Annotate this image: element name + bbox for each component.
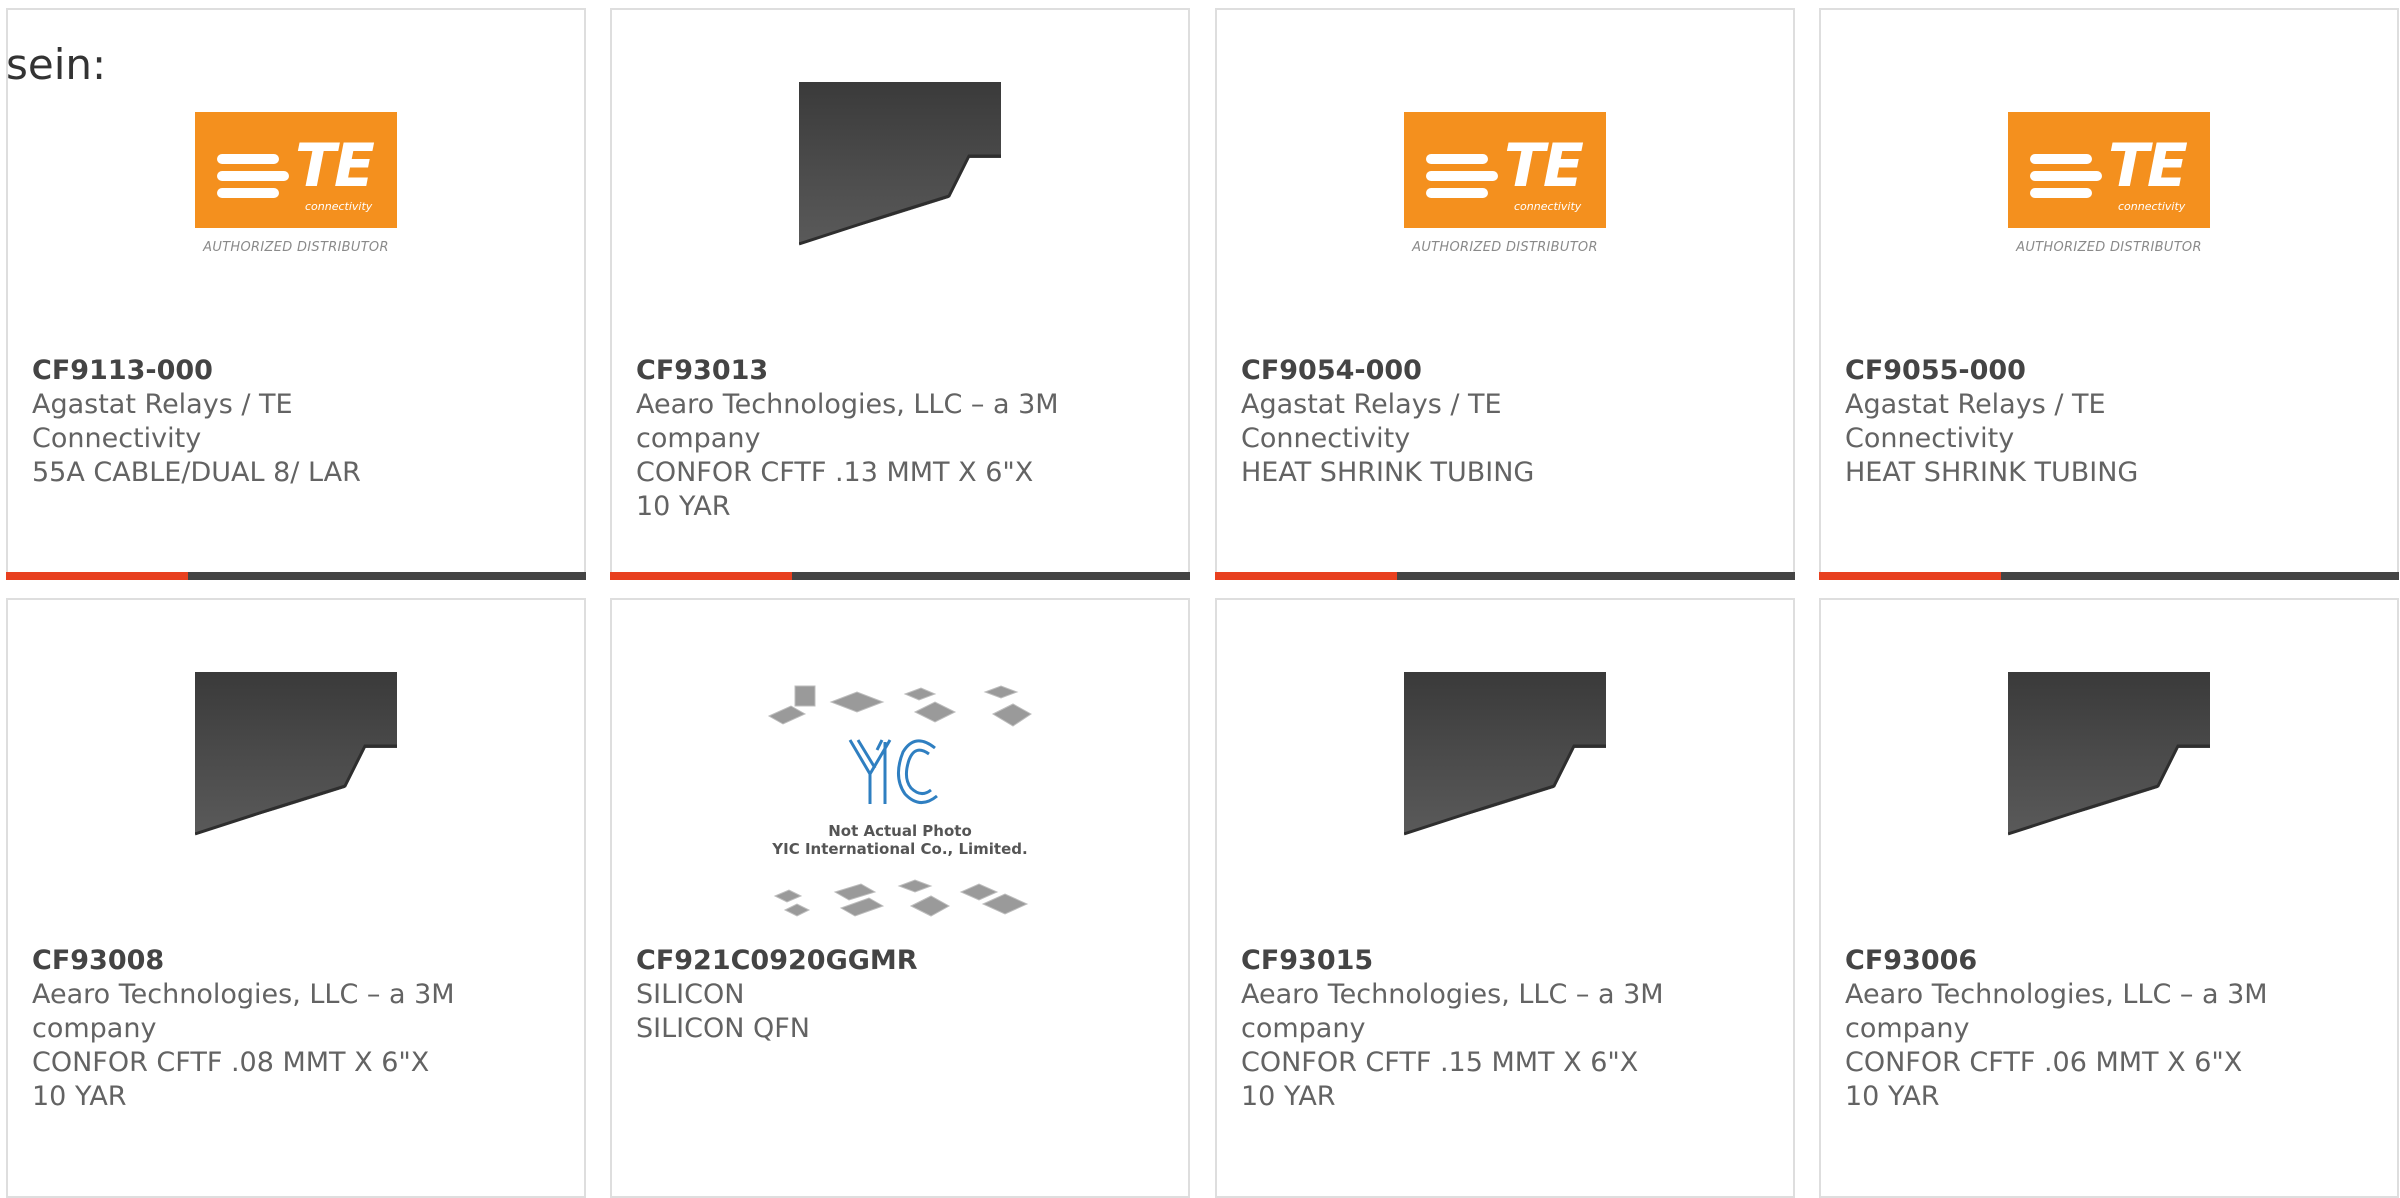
- te-logo-image: TE connectivity AUTHORIZED DISTRIBUTOR: [2008, 82, 2210, 284]
- card-accent-bar: [1215, 572, 1795, 580]
- manufacturer: Aearo Technologies, LLC – a 3M company: [32, 979, 455, 1044]
- product-card[interactable]: CF93013 Aearo Technologies, LLC – a 3M c…: [610, 8, 1190, 580]
- description: 55A CABLE/DUAL 8/ LAR: [32, 457, 361, 488]
- part-number[interactable]: CF9113-000: [32, 354, 462, 388]
- description: CONFOR CFTF .06 MMT X 6"X 10 YAR: [1845, 1047, 2243, 1112]
- product-card[interactable]: CF93006 Aearo Technologies, LLC – a 3M c…: [1819, 598, 2399, 1198]
- authorized-distributor-label: AUTHORIZED DISTRIBUTOR: [1412, 240, 1598, 255]
- foam-sheet-image: [1403, 672, 1606, 874]
- te-logo-image: TE connectivity AUTHORIZED DISTRIBUTOR: [1404, 82, 1606, 284]
- foam-sheet-image: [2007, 672, 2210, 874]
- foam-sheet-image: [194, 672, 397, 874]
- description: CONFOR CFTF .15 MMT X 6"X 10 YAR: [1241, 1047, 1639, 1112]
- lead-text: sein:: [6, 40, 107, 89]
- product-card[interactable]: TE connectivity AUTHORIZED DISTRIBUTOR C…: [6, 8, 586, 580]
- product-card[interactable]: CF93015 Aearo Technologies, LLC – a 3M c…: [1215, 598, 1795, 1198]
- card-accent-bar: [610, 572, 1190, 580]
- manufacturer: Agastat Relays / TE Connectivity: [1241, 389, 1502, 454]
- card-accent-bar: [1819, 572, 2399, 580]
- yic-caption-line1: Not Actual Photo: [828, 822, 972, 840]
- part-number[interactable]: CF9055-000: [1845, 354, 2275, 388]
- yic-caption-line2: YIC International Co., Limited.: [772, 840, 1028, 858]
- foam-sheet-image: [798, 82, 1001, 284]
- product-card[interactable]: TE connectivity AUTHORIZED DISTRIBUTOR C…: [1819, 8, 2399, 580]
- part-number[interactable]: CF93006: [1845, 944, 2275, 978]
- te-logo-letters: TE: [295, 131, 375, 201]
- product-card[interactable]: CF93008 Aearo Technologies, LLC – a 3M c…: [6, 598, 586, 1198]
- description: HEAT SHRINK TUBING: [1241, 457, 1535, 488]
- part-number[interactable]: CF9054-000: [1241, 354, 1671, 388]
- part-number[interactable]: CF93013: [636, 354, 1066, 388]
- part-number[interactable]: CF93008: [32, 944, 462, 978]
- manufacturer: Aearo Technologies, LLC – a 3M company: [1845, 979, 2268, 1044]
- description: CONFOR CFTF .13 MMT X 6"X 10 YAR: [636, 457, 1034, 522]
- te-logo-sub: connectivity: [2118, 200, 2186, 213]
- te-logo-image: TE connectivity AUTHORIZED DISTRIBUTOR: [195, 82, 397, 284]
- manufacturer: Aearo Technologies, LLC – a 3M company: [636, 389, 1059, 454]
- te-logo-sub: connectivity: [1514, 200, 1582, 213]
- yic-placeholder-image: Not Actual Photo YIC International Co., …: [765, 682, 1035, 922]
- description: HEAT SHRINK TUBING: [1845, 457, 2139, 488]
- te-logo-letters: TE: [1504, 131, 1584, 201]
- manufacturer: Agastat Relays / TE Connectivity: [1845, 389, 2106, 454]
- manufacturer: Agastat Relays / TE Connectivity: [32, 389, 293, 454]
- description: SILICON QFN: [636, 1013, 810, 1044]
- description: CONFOR CFTF .08 MMT X 6"X 10 YAR: [32, 1047, 430, 1112]
- part-number[interactable]: CF921C0920GGMR: [636, 944, 1066, 978]
- product-card[interactable]: Not Actual Photo YIC International Co., …: [610, 598, 1190, 1198]
- manufacturer: SILICON: [636, 979, 745, 1010]
- te-logo-sub: connectivity: [305, 200, 373, 213]
- te-logo-letters: TE: [2108, 131, 2188, 201]
- authorized-distributor-label: AUTHORIZED DISTRIBUTOR: [2016, 240, 2202, 255]
- card-accent-bar: [6, 572, 586, 580]
- authorized-distributor-label: AUTHORIZED DISTRIBUTOR: [203, 240, 389, 255]
- product-card[interactable]: TE connectivity AUTHORIZED DISTRIBUTOR C…: [1215, 8, 1795, 580]
- part-number[interactable]: CF93015: [1241, 944, 1671, 978]
- manufacturer: Aearo Technologies, LLC – a 3M company: [1241, 979, 1664, 1044]
